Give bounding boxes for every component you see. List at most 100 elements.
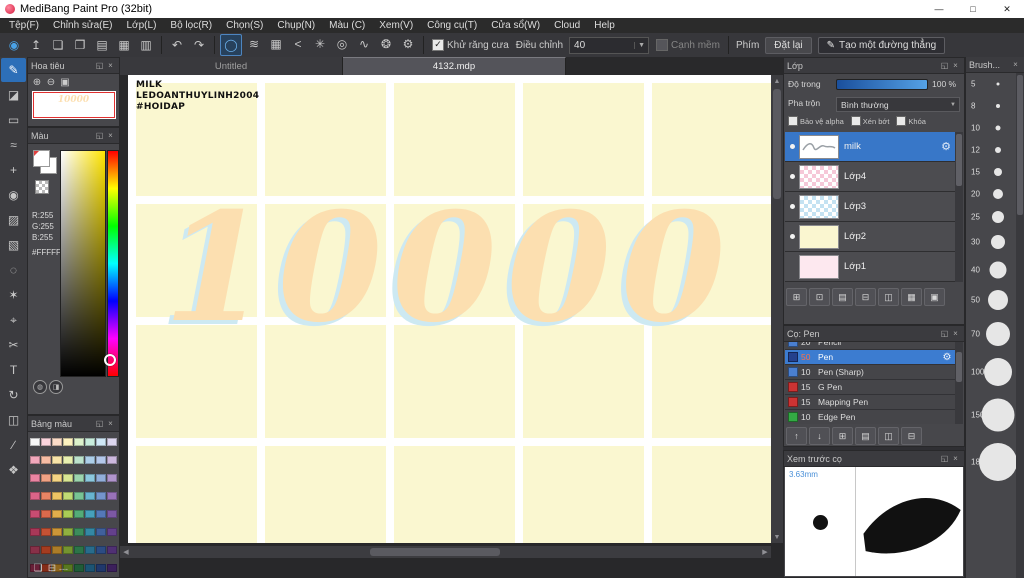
palette-swatch[interactable] [52,474,62,482]
close-icon[interactable]: × [1010,60,1021,69]
brush-row[interactable]: 15 G Pen [785,380,955,395]
horizontal-scroll-thumb[interactable] [370,548,500,556]
parallel-lines-icon[interactable]: ≋ [244,34,264,54]
palette-swatch[interactable] [41,492,51,500]
reset-button[interactable]: Đặt lại [765,36,812,54]
close-icon[interactable]: × [950,329,961,338]
flower-icon[interactable]: ❂ [376,34,396,54]
close-icon[interactable]: × [105,419,116,428]
brush-action-button[interactable]: ↓ [809,427,830,445]
palette-swatch[interactable] [85,546,95,554]
palette-swatch[interactable] [74,456,84,464]
brush-size-item[interactable]: 5 [966,73,1016,95]
color-wheel-icon[interactable]: ◨ [49,380,63,394]
palette-swatch[interactable] [63,456,73,464]
palette-swatch[interactable] [107,510,117,518]
palette-swatch[interactable] [85,456,95,464]
brush-size-item[interactable]: 50 [966,284,1016,316]
palette-swatch[interactable] [74,564,84,572]
vertical-scroll-thumb[interactable] [773,89,781,199]
lock-checkbox[interactable]: Khóa [896,116,926,126]
palette-swatch[interactable] [85,492,95,500]
angle-icon[interactable]: < [288,34,308,54]
popout-icon[interactable]: ◱ [94,131,105,140]
layer-action-button[interactable]: ◫ [878,288,899,306]
scroll-down-icon[interactable]: ▼ [771,531,783,543]
brush-settings-gear-icon[interactable]: ⚙ [939,352,955,363]
palette-swatch[interactable] [63,474,73,482]
brush-action-button[interactable]: ◫ [878,427,899,445]
palette-swatch[interactable] [52,528,62,536]
menu-item[interactable]: Cửa sổ(W) [484,18,547,33]
layer-row[interactable]: Lớp4 [785,162,955,192]
curve-icon[interactable]: ∿ [354,34,374,54]
vertical-scrollbar[interactable]: ▲ ▼ [771,75,783,543]
popout-icon[interactable]: ◱ [939,329,950,338]
text-tool[interactable]: T [1,358,26,382]
palette-swatch[interactable] [63,546,73,554]
palette-swatch[interactable] [107,492,117,500]
brush-size-item[interactable]: 15 [966,161,1016,183]
lasso-tool[interactable]: ◌ [1,258,26,282]
grid-icon[interactable]: ▦ [114,35,134,55]
drawing-canvas[interactable]: MILK LEDOANTHUYLINH2004 #HOIDAP 10000 [128,75,771,543]
rotate-tool[interactable]: ↻ [1,383,26,407]
comment-alt-icon[interactable]: ❐ [70,35,90,55]
antialias-checkbox[interactable]: ✓ Khử răng cưa [432,39,509,51]
layer-row[interactable]: Lớp3 [785,192,955,222]
palette-swatch[interactable] [52,456,62,464]
picker-tool[interactable]: ⌖ [1,308,26,332]
frame-tool[interactable]: ◫ [1,408,26,432]
menu-item[interactable]: Tệp(F) [2,18,46,33]
layer-visibility-toggle[interactable] [785,144,799,149]
palette-swatch[interactable] [41,438,51,446]
gear-icon[interactable]: ⚙ [398,34,418,54]
menu-item[interactable]: Chọn(S) [219,18,270,33]
redo-icon[interactable]: ↷ [189,35,209,55]
layer-action-button[interactable]: ▤ [832,288,853,306]
tab-4132-mdp[interactable]: 4132.mdp [343,57,566,75]
blend-dropdown[interactable]: Bình thường ▼ [836,97,960,112]
palette-swatch[interactable] [30,438,40,446]
add-swatch-icon[interactable]: ❏ [31,563,45,574]
palette-swatch[interactable] [63,510,73,518]
maximize-button[interactable]: □ [956,0,990,18]
eraser-tool[interactable]: ◪ [1,83,26,107]
horizontal-scrollbar[interactable]: ◀ ▶ [120,546,771,558]
size-scrollbar[interactable] [1016,73,1024,578]
palette-swatch[interactable] [74,438,84,446]
hue-bar[interactable] [107,150,119,377]
menu-item[interactable]: Công cụ(T) [420,18,484,33]
palette-swatch[interactable] [96,492,106,500]
tab-untitled[interactable]: Untitled [120,57,343,75]
clipping-checkbox[interactable]: Xén bớt [850,116,889,126]
brush-size-item[interactable]: 150 [966,392,1016,437]
brush-mode-icon[interactable]: ◉ [4,35,24,55]
popout-icon[interactable]: ◱ [94,61,105,70]
layer-action-button[interactable]: ⊡ [809,288,830,306]
palette-swatch[interactable] [96,474,106,482]
palette-swatch[interactable] [30,474,40,482]
trash-icon[interactable]: ⊟ [45,563,59,574]
fill-tool[interactable]: ◉ [1,183,26,207]
layer-scrollbar[interactable] [955,132,963,282]
palette-swatch[interactable] [41,456,51,464]
palette-swatch[interactable] [63,438,73,446]
palette-swatch[interactable] [96,546,106,554]
layer-action-button[interactable]: ⊟ [855,288,876,306]
brush-size-item[interactable]: 10 [966,117,1016,139]
opacity-slider[interactable] [836,79,928,90]
palette-swatch[interactable] [74,510,84,518]
palette-swatch[interactable] [74,528,84,536]
scroll-up-icon[interactable]: ▲ [771,75,783,87]
soft-edge-checkbox[interactable]: Cạnh mềm [656,39,720,51]
palette-swatch[interactable] [85,510,95,518]
menu-item[interactable]: Chụp(N) [270,18,322,33]
palette-swatch[interactable] [52,546,62,554]
palette-swatch[interactable] [74,492,84,500]
palette-swatch[interactable] [41,528,51,536]
brush-row[interactable]: 50 Pen ⚙ [785,350,955,365]
palette-swatch[interactable] [85,564,95,572]
move-tool[interactable]: + [1,158,26,182]
layer-visibility-toggle[interactable] [785,204,799,209]
